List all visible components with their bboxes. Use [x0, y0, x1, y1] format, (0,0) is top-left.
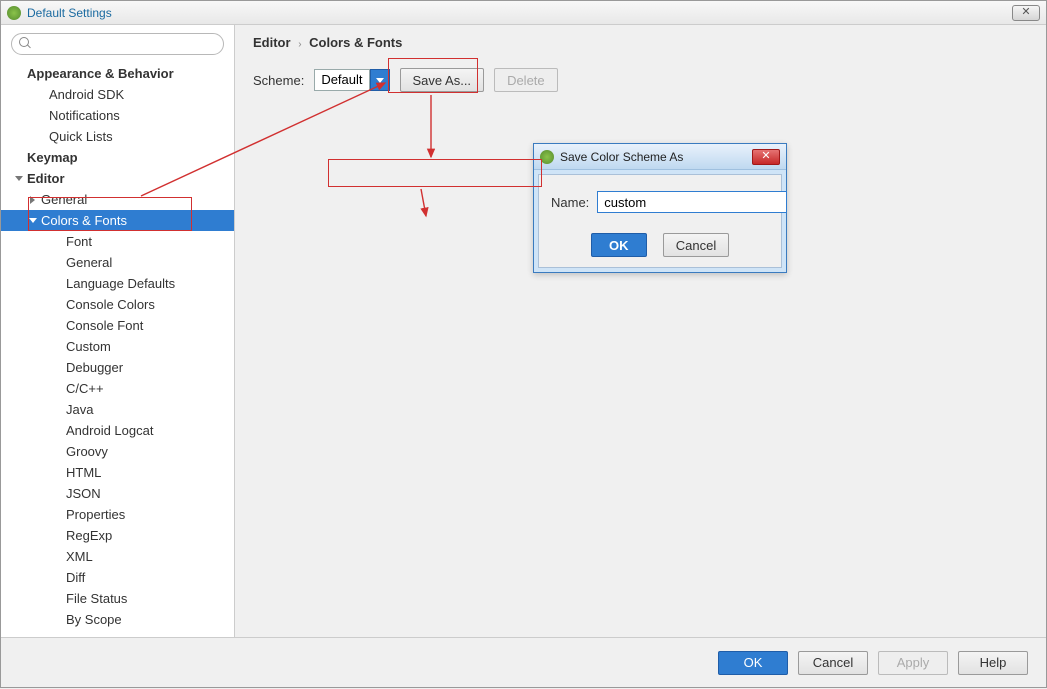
dialog-buttons: OK Cancel [551, 233, 769, 257]
app-icon [540, 150, 554, 164]
dialog-title: Save Color Scheme As [560, 150, 683, 164]
tree-appearance[interactable]: Appearance & Behavior [1, 63, 234, 84]
tree-colors-fonts[interactable]: Colors & Fonts [1, 210, 234, 231]
tree-label: Appearance & Behavior [27, 66, 174, 81]
dialog-close-button[interactable]: ✕ [752, 149, 780, 165]
dialog-ok-button[interactable]: OK [591, 233, 647, 257]
tree-xml[interactable]: XML [1, 546, 234, 567]
tree-quick-lists[interactable]: Quick Lists [1, 126, 234, 147]
tree-console-colors[interactable]: Console Colors [1, 294, 234, 315]
dialog-titlebar: Save Color Scheme As ✕ [534, 144, 786, 170]
scheme-combo[interactable]: Default [314, 69, 389, 91]
crumb-leaf: Colors & Fonts [309, 35, 402, 50]
tree-label: Font [66, 234, 92, 249]
tree-regexp[interactable]: RegExp [1, 525, 234, 546]
tree-by-scope[interactable]: By Scope [1, 609, 234, 630]
tree-html[interactable]: HTML [1, 462, 234, 483]
tree-cf-general[interactable]: General [1, 252, 234, 273]
search-wrap [1, 25, 234, 61]
dialog-body: Name: OK Cancel [538, 174, 782, 268]
save-as-button[interactable]: Save As... [400, 68, 485, 92]
tree-label: File Status [66, 591, 127, 606]
tree-console-font[interactable]: Console Font [1, 315, 234, 336]
tree-groovy[interactable]: Groovy [1, 441, 234, 462]
tree-debugger[interactable]: Debugger [1, 357, 234, 378]
tree-label: XML [66, 549, 93, 564]
chevron-right-icon [30, 196, 35, 204]
tree-label: Console Colors [66, 297, 155, 312]
chevron-down-icon [376, 78, 384, 83]
dialog-cancel-button[interactable]: Cancel [663, 233, 729, 257]
tree-label: Notifications [49, 108, 120, 123]
body-area: Appearance & Behavior Android SDK Notifi… [1, 25, 1046, 637]
tree-editor[interactable]: Editor [1, 168, 234, 189]
settings-window: Default Settings ✕ Appearance & Behavior… [0, 0, 1047, 688]
apply-button: Apply [878, 651, 948, 675]
tree-label: Console Font [66, 318, 143, 333]
chevron-right-icon: › [298, 39, 301, 50]
tree-label: HTML [66, 465, 101, 480]
tree-label: Android SDK [49, 87, 124, 102]
app-icon [7, 6, 21, 20]
save-scheme-dialog: Save Color Scheme As ✕ Name: OK Cancel [533, 143, 787, 273]
tree-label: Diff [66, 570, 85, 585]
tree-label: RegExp [66, 528, 112, 543]
delete-button: Delete [494, 68, 558, 92]
sidebar: Appearance & Behavior Android SDK Notifi… [1, 25, 235, 637]
dialog-name-row: Name: [551, 191, 769, 213]
tree-label: C/C++ [66, 381, 104, 396]
tree-label: Colors & Fonts [41, 213, 127, 228]
crumb-root: Editor [253, 35, 291, 50]
tree-ccpp[interactable]: C/C++ [1, 378, 234, 399]
tree-label: Java [66, 402, 93, 417]
tree-label: Custom [66, 339, 111, 354]
chevron-down-icon [29, 218, 37, 223]
tree-label: Editor [27, 171, 65, 186]
tree-label: Quick Lists [49, 129, 113, 144]
settings-tree: Appearance & Behavior Android SDK Notifi… [1, 61, 234, 637]
cancel-button[interactable]: Cancel [798, 651, 868, 675]
scheme-row: Scheme: Default Save As... Delete [253, 68, 1028, 92]
tree-label: JSON [66, 486, 101, 501]
tree-diff[interactable]: Diff [1, 567, 234, 588]
name-input[interactable] [597, 191, 787, 213]
tree-custom[interactable]: Custom [1, 336, 234, 357]
titlebar: Default Settings ✕ [1, 1, 1046, 25]
tree-android-logcat[interactable]: Android Logcat [1, 420, 234, 441]
window-close-button[interactable]: ✕ [1012, 5, 1040, 21]
help-button[interactable]: Help [958, 651, 1028, 675]
breadcrumb: Editor › Colors & Fonts [253, 35, 1028, 50]
tree-notifications[interactable]: Notifications [1, 105, 234, 126]
tree-label: Language Defaults [66, 276, 175, 291]
tree-label: Android Logcat [66, 423, 153, 438]
tree-keymap[interactable]: Keymap [1, 147, 234, 168]
name-label: Name: [551, 195, 589, 210]
tree-label: Properties [66, 507, 125, 522]
tree-lang-defaults[interactable]: Language Defaults [1, 273, 234, 294]
scheme-value: Default [314, 69, 369, 91]
tree-json[interactable]: JSON [1, 483, 234, 504]
tree-general[interactable]: General [1, 189, 234, 210]
search-input[interactable] [11, 33, 224, 55]
tree-label: Keymap [27, 150, 78, 165]
tree-font[interactable]: Font [1, 231, 234, 252]
tree-label: Debugger [66, 360, 123, 375]
tree-label: Groovy [66, 444, 108, 459]
tree-label: General [41, 192, 87, 207]
main-panel: Editor › Colors & Fonts Scheme: Default … [235, 25, 1046, 637]
scheme-label: Scheme: [253, 73, 304, 88]
ok-button[interactable]: OK [718, 651, 788, 675]
scheme-dropdown-button[interactable] [370, 69, 390, 91]
tree-label: By Scope [66, 612, 122, 627]
footer-bar: OK Cancel Apply Help [1, 637, 1046, 687]
tree-android-sdk[interactable]: Android SDK [1, 84, 234, 105]
tree-properties[interactable]: Properties [1, 504, 234, 525]
tree-label: General [66, 255, 112, 270]
tree-java[interactable]: Java [1, 399, 234, 420]
tree-file-status[interactable]: File Status [1, 588, 234, 609]
search-icon [19, 37, 31, 49]
window-title: Default Settings [27, 6, 112, 20]
chevron-down-icon [15, 176, 23, 181]
